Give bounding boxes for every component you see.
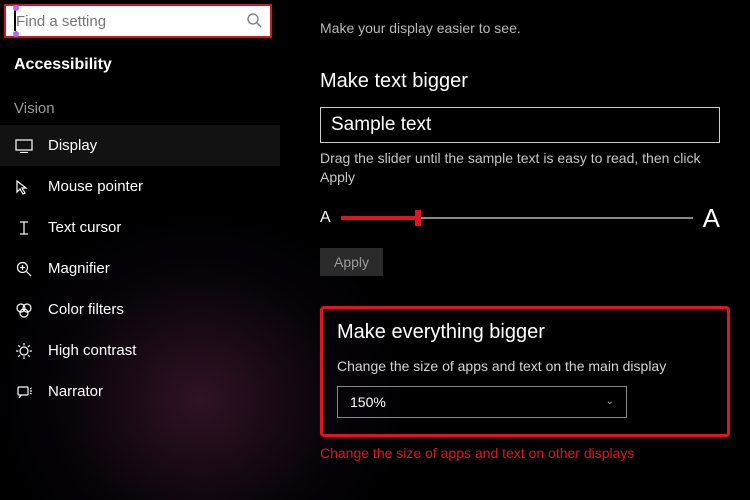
sidebar-item-label: Text cursor [48,219,121,236]
sidebar-item-display[interactable]: Display [0,125,280,166]
sidebar-item-label: Mouse pointer [48,178,143,195]
small-a-label: A [320,209,331,227]
selection-handle-bottom [13,31,19,37]
nav-title: Accessibility [0,48,280,100]
sidebar-item-label: Narrator [48,383,103,400]
section-make-everything-bigger-title: Make everything bigger [337,321,713,344]
search-icon [246,12,262,28]
text-cursor-icon [14,220,34,236]
sidebar-item-high-contrast[interactable]: High contrast [0,330,280,371]
slider-hint: Drag the slider until the sample text is… [320,149,720,187]
settings-sidebar: Accessibility Vision Display Mouse point… [0,0,280,500]
main-content: Make your display easier to see. Make te… [280,0,750,500]
nav-category-label: Vision [0,100,280,125]
sidebar-item-mouse-pointer[interactable]: Mouse pointer [0,166,280,207]
scale-dropdown-value: 150% [350,394,386,410]
display-icon [14,139,34,153]
chevron-down-icon: ⌄ [606,396,614,407]
search-input[interactable] [4,4,272,38]
sidebar-item-label: Color filters [48,301,124,318]
sidebar-item-label: Display [48,137,97,154]
slider-rest [418,217,693,219]
mouse-pointer-icon [14,179,34,195]
text-size-slider-row: A A [320,203,720,234]
sidebar-item-narrator[interactable]: Narrator [0,371,280,412]
text-size-slider[interactable] [341,216,693,220]
everything-bigger-desc: Change the size of apps and text on the … [337,358,713,374]
search-wrapper [4,4,272,38]
text-cursor-caret [14,9,16,31]
sample-text-preview: Sample text [320,107,720,143]
sidebar-item-label: Magnifier [48,260,110,277]
slider-thumb[interactable] [415,210,421,226]
sidebar-item-magnifier[interactable]: Magnifier [0,248,280,289]
other-displays-link[interactable]: Change the size of apps and text on othe… [320,445,730,461]
magnifier-icon [14,261,34,277]
color-filters-icon [14,302,34,318]
make-everything-bigger-section: Make everything bigger Change the size o… [320,306,730,437]
sidebar-item-label: High contrast [48,342,136,359]
sidebar-item-text-cursor[interactable]: Text cursor [0,207,280,248]
section-make-text-bigger-title: Make text bigger [320,70,730,93]
high-contrast-icon [14,343,34,359]
intro-text: Make your display easier to see. [320,20,730,36]
selection-handle-top [13,5,19,11]
big-a-label: A [703,203,720,234]
sidebar-item-color-filters[interactable]: Color filters [0,289,280,330]
slider-fill [341,216,418,220]
apply-button[interactable]: Apply [320,248,383,276]
narrator-icon [14,384,34,400]
scale-dropdown[interactable]: 150% ⌄ [337,386,627,418]
